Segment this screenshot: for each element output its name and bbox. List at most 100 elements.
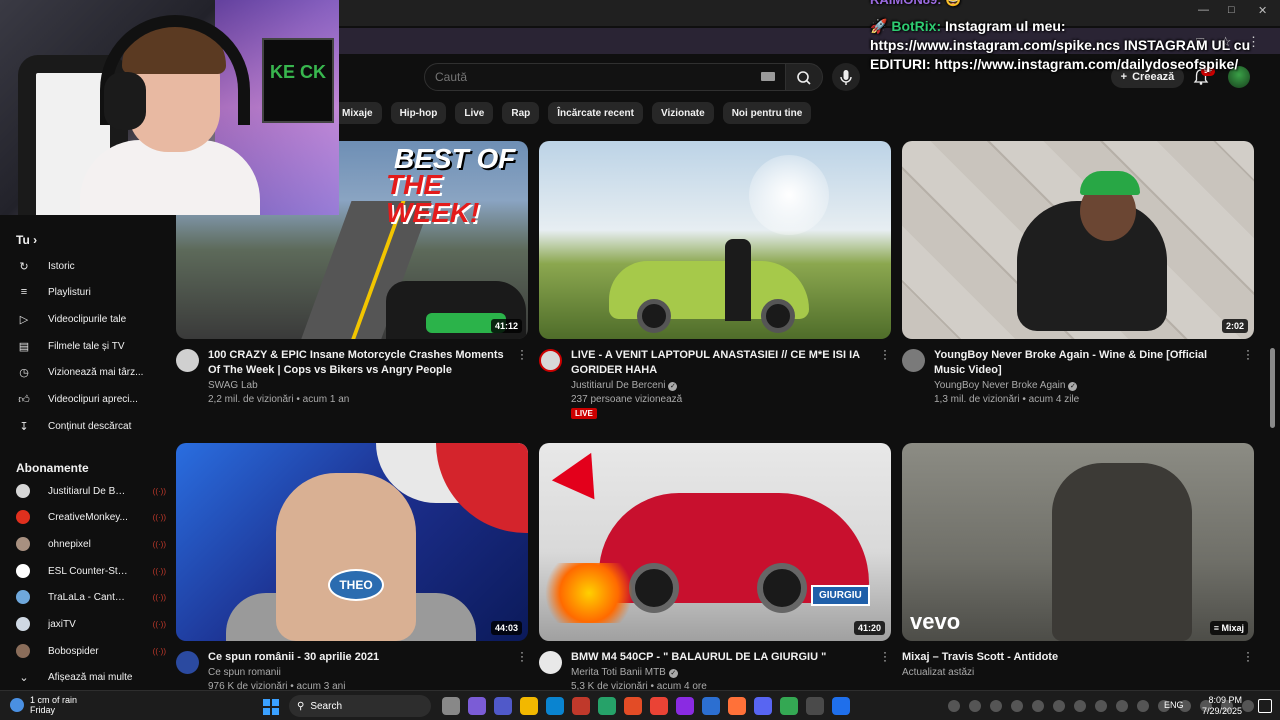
duration-badge: 41:12 — [490, 319, 522, 333]
sidebar-item-your-videos[interactable]: ▷ Videoclipurile tale — [16, 309, 166, 329]
tray-icon[interactable] — [1074, 700, 1086, 712]
notification-center-icon[interactable] — [1258, 699, 1272, 713]
tray-icon[interactable] — [990, 700, 1002, 712]
tray-icon[interactable] — [1137, 700, 1149, 712]
more-options-icon[interactable]: · · · — [881, 344, 889, 364]
thumb-text: GIURGIU — [811, 585, 870, 606]
channel-avatar[interactable] — [176, 651, 199, 674]
page-scrollbar[interactable] — [1270, 348, 1275, 428]
tray-icon[interactable] — [1095, 700, 1107, 712]
taskbar-app-icon[interactable] — [442, 697, 460, 715]
show-more-button[interactable]: ⌄ Afișează mai multe — [16, 667, 166, 687]
rain-icon — [10, 698, 24, 712]
you-section-heading[interactable]: Tu › — [16, 233, 37, 247]
language-indicator[interactable]: ENG — [1164, 700, 1184, 710]
subscription-item[interactable]: ESL Counter-Strike ((·)) — [16, 561, 166, 581]
channel-avatar[interactable] — [902, 349, 925, 372]
channel-name[interactable]: SWAG Lab — [208, 380, 258, 391]
chip-recent[interactable]: Încărcate recent — [548, 102, 643, 124]
chip-new-for-you[interactable]: Noi pentru tine — [722, 102, 812, 124]
chip-rap[interactable]: Rap — [502, 102, 540, 124]
video-thumbnail[interactable]: GIURGIU 41:20 — [539, 443, 891, 641]
video-title[interactable]: BMW M4 540CP - " BALAURUL DE LA GIURGIU … — [571, 650, 871, 665]
taskbar-search[interactable]: ⚲ Search — [289, 695, 431, 717]
taskbar-app-icon[interactable] — [780, 697, 798, 715]
chip-live[interactable]: Live — [455, 102, 494, 124]
tray-icon[interactable] — [969, 700, 981, 712]
more-options-icon[interactable]: · · · — [518, 646, 526, 666]
sidebar-item-liked[interactable]: 👍︎ Videoclipuri apreci... — [16, 389, 166, 409]
taskbar-app-icon[interactable] — [624, 697, 642, 715]
search-button[interactable] — [785, 63, 823, 91]
tray-icon[interactable] — [1032, 700, 1044, 712]
live-indicator-icon: ((·)) — [152, 566, 166, 576]
channel-avatar[interactable] — [539, 651, 562, 674]
taskbar-app-icon[interactable] — [832, 697, 850, 715]
video-thumbnail[interactable] — [539, 141, 891, 339]
weather-widget[interactable]: 1 cm of rain Friday — [10, 695, 77, 715]
sidebar-item-downloads[interactable]: ↧ Conținut descărcat — [16, 416, 166, 436]
tray-icon[interactable] — [1011, 700, 1023, 712]
video-title[interactable]: Mixaj – Travis Scott - Antidote — [902, 650, 1202, 665]
taskbar-app-icon[interactable] — [650, 697, 668, 715]
taskbar-app-icon[interactable] — [754, 697, 772, 715]
start-windows-icon[interactable] — [263, 699, 279, 715]
taskbar-app-icon[interactable] — [468, 697, 486, 715]
mix-badge: ≡ Mixaj — [1209, 621, 1248, 635]
sidebar-item-playlists[interactable]: ≡ Playlisturi — [16, 282, 166, 302]
subscription-item[interactable]: jaxiTV ((·)) — [16, 614, 166, 634]
maximize-icon[interactable]: □ — [1228, 4, 1235, 16]
video-thumbnail[interactable]: THEO 44:03 — [176, 443, 528, 641]
keyboard-icon[interactable] — [761, 72, 775, 81]
subscription-label: ohnepixel — [48, 538, 91, 550]
tray-icon[interactable] — [948, 700, 960, 712]
channel-avatar[interactable] — [176, 349, 199, 372]
search-field[interactable] — [424, 63, 786, 91]
taskbar-app-icon[interactable] — [728, 697, 746, 715]
history-icon: ↻ — [19, 260, 29, 273]
taskbar-app-icon[interactable] — [598, 697, 616, 715]
subscription-item[interactable]: ohnepixel ((·)) — [16, 534, 166, 554]
clock[interactable]: 8:09 PM 7/29/2025 — [1200, 695, 1242, 717]
video-title[interactable]: 100 CRAZY & EPIC Insane Motorcycle Crash… — [208, 348, 508, 378]
more-options-icon[interactable]: · · · — [1244, 344, 1252, 364]
taskbar-app-icon[interactable] — [494, 697, 512, 715]
video-thumbnail[interactable]: vevo ≡ Mixaj — [902, 443, 1254, 641]
taskbar-app-icon[interactable] — [702, 697, 720, 715]
chip-mixaje[interactable]: Mixaje — [333, 102, 382, 124]
taskbar-app-icon[interactable] — [546, 697, 564, 715]
video-title[interactable]: YoungBoy Never Broke Again - Wine & Dine… — [934, 348, 1234, 378]
more-options-icon[interactable]: · · · — [518, 344, 526, 364]
tray-icon[interactable] — [1116, 700, 1128, 712]
video-title[interactable]: LIVE - A VENIT LAPTOPUL ANASTASIEI // CE… — [571, 348, 871, 378]
subscription-item[interactable]: Justitiarul De Ber... ((·)) — [16, 481, 166, 501]
sidebar-item-watch-later[interactable]: ◷ Vizionează mai târz... — [16, 362, 166, 382]
minimize-icon[interactable]: — — [1198, 4, 1209, 16]
chip-hip-hop[interactable]: Hip-hop — [390, 102, 447, 124]
sidebar-item-history[interactable]: ↻ Istoric — [16, 256, 166, 276]
video-title[interactable]: Ce spun românii - 30 aprilie 2021 — [208, 650, 508, 665]
taskbar-app-icon[interactable] — [676, 697, 694, 715]
subscription-item[interactable]: Bobospider ((·)) — [16, 641, 166, 661]
search-input[interactable] — [435, 70, 735, 84]
channel-name[interactable]: Ce spun romanii — [208, 667, 281, 678]
more-options-icon[interactable]: · · · — [1244, 646, 1252, 666]
video-thumbnail[interactable]: 2:02 — [902, 141, 1254, 339]
tray-icon[interactable] — [1053, 700, 1065, 712]
close-icon[interactable]: ✕ — [1258, 4, 1267, 17]
subscription-item[interactable]: TraLaLa - Cantec... ((·)) — [16, 587, 166, 607]
chip-watched[interactable]: Vizionate — [651, 102, 714, 124]
channel-avatar[interactable] — [539, 349, 562, 372]
channel-name[interactable]: Justitiarul De Berceni ✓ — [571, 380, 678, 391]
sidebar-item-movies[interactable]: ▤ Filmele tale și TV — [16, 336, 166, 356]
more-options-icon[interactable]: · · · — [881, 646, 889, 666]
taskbar-app-icon[interactable] — [806, 697, 824, 715]
taskbar-app-icon[interactable] — [520, 697, 538, 715]
subscription-item[interactable]: CreativeMonkey... ((·)) — [16, 507, 166, 527]
tray-icon[interactable] — [1242, 700, 1254, 712]
channel-name[interactable]: YoungBoy Never Broke Again ✓ — [934, 380, 1078, 391]
taskbar-app-icon[interactable] — [572, 697, 590, 715]
voice-search-button[interactable] — [832, 63, 860, 91]
chat-text: Instagram ul meu: — [945, 18, 1066, 34]
channel-name[interactable]: Merita Toti Banii MTB ✓ — [571, 667, 678, 678]
